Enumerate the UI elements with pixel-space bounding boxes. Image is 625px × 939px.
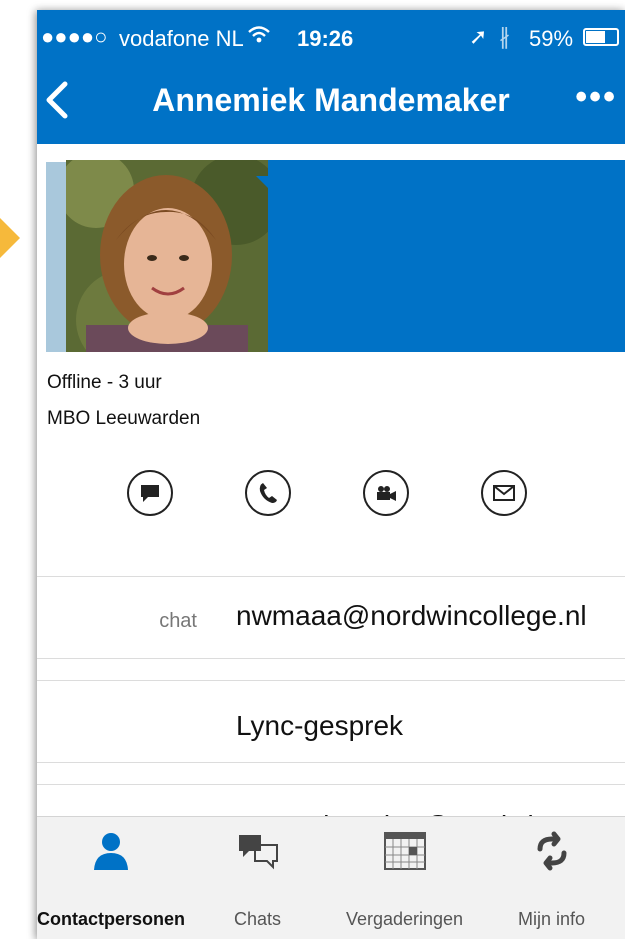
divider (37, 576, 625, 577)
tab-label: Chats (233, 909, 282, 929)
more-options-button[interactable]: ••• (575, 78, 617, 117)
chat-button[interactable] (127, 470, 173, 516)
divider (37, 784, 625, 785)
battery-percentage: 59% (529, 26, 574, 51)
chat-label: chat (159, 610, 197, 632)
tab-label: Vergaderingen (345, 909, 464, 929)
battery-icon (583, 28, 619, 46)
note-bubble (268, 160, 625, 352)
callout-pointer (0, 218, 20, 258)
clock: 19:26 (297, 26, 354, 51)
wifi-icon (247, 24, 271, 50)
avatar (66, 160, 268, 352)
bluetooth-icon: ∦ (499, 24, 510, 49)
call-button[interactable] (245, 470, 291, 516)
tab-my-info[interactable]: Mijn info (478, 817, 625, 939)
divider (37, 658, 625, 659)
tab-chats[interactable]: Chats (184, 817, 331, 939)
phone-screen: ●●●●○ vodafone NL 19:26 ➚ ∦ 59% Annemiek… (37, 10, 625, 939)
carrier-name: vodafone NL (119, 26, 244, 51)
status-bar: ●●●●○ vodafone NL 19:26 ➚ ∦ 59% (37, 10, 625, 58)
location-arrow-icon: ➚ (469, 24, 488, 49)
header: ●●●●○ vodafone NL 19:26 ➚ ∦ 59% Annemiek… (37, 10, 625, 144)
email-button[interactable] (481, 470, 527, 516)
contact-location: MBO Leeuwarden (47, 408, 201, 429)
person-icon (91, 831, 131, 876)
video-call-button[interactable] (363, 470, 409, 516)
tab-bar: Contactpersonen Chats Vergaderingen Mijn… (37, 816, 625, 939)
phone-icon (259, 483, 277, 503)
photo-accent-bar (46, 162, 66, 352)
presence-status: Offline - 3 uur (47, 372, 162, 393)
tab-meetings[interactable]: Vergaderingen (331, 817, 478, 939)
action-bar (37, 470, 625, 540)
chat-icon (141, 485, 159, 502)
signal-strength: ●●●●○ (41, 24, 108, 49)
lync-call-link[interactable]: Lync-gesprek (236, 710, 403, 742)
page-title: Annemiek Mandemaker (152, 82, 510, 118)
tab-contacts[interactable]: Contactpersonen (37, 817, 186, 939)
chat-address[interactable]: nwmaaa@nordwincollege.nl (236, 600, 587, 632)
divider (37, 762, 625, 763)
tab-label: Contactpersonen (37, 909, 186, 929)
mail-icon (493, 485, 515, 501)
chat-bubbles-icon (237, 831, 279, 876)
divider (37, 680, 625, 681)
sync-icon (532, 831, 572, 876)
video-icon (377, 486, 396, 501)
tab-label: Mijn info (517, 909, 586, 929)
calendar-icon (383, 831, 427, 876)
